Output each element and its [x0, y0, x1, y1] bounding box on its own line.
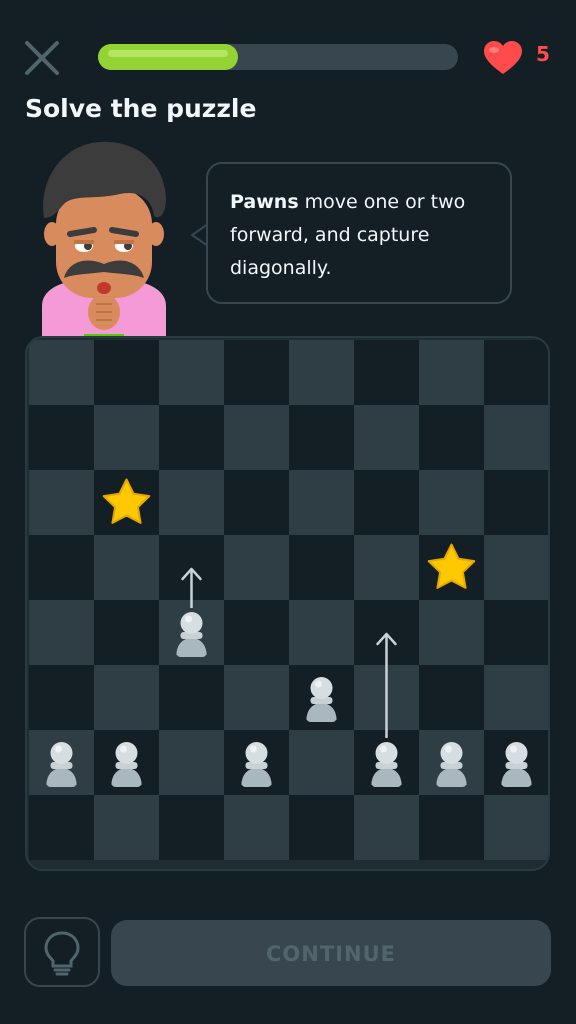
instruction-bold-word: Pawns	[230, 191, 299, 213]
hearts-count: 5	[536, 42, 550, 66]
pawn-piece[interactable]	[501, 742, 532, 787]
pawn-piece[interactable]	[111, 742, 142, 787]
star-icon	[102, 478, 151, 524]
pawn-piece[interactable]	[46, 742, 77, 787]
move-arrow	[376, 632, 397, 738]
progress-shine	[108, 50, 228, 57]
pawn-piece[interactable]	[306, 677, 337, 722]
board-overlay	[46, 478, 532, 787]
move-arrow	[181, 567, 202, 608]
close-button[interactable]	[22, 38, 62, 78]
star-icon	[427, 543, 476, 589]
continue-button[interactable]: CONTINUE	[111, 920, 551, 986]
oscar-character-illustration	[42, 141, 166, 338]
lightbulb-icon	[44, 931, 80, 976]
pawn-piece[interactable]	[371, 742, 402, 787]
progress-fill	[98, 44, 238, 70]
heart-icon	[484, 41, 522, 74]
hint-button[interactable]	[24, 917, 100, 987]
close-icon	[25, 41, 59, 75]
instruction-speech-bubble: Pawns move one or two forward, and captu…	[206, 162, 512, 304]
pawn-piece[interactable]	[241, 742, 272, 787]
pawn-piece[interactable]	[176, 612, 207, 657]
lesson-progress-bar	[98, 44, 458, 70]
chess-board	[25, 336, 550, 871]
page-title: Solve the puzzle	[25, 94, 257, 123]
pawn-piece[interactable]	[436, 742, 467, 787]
